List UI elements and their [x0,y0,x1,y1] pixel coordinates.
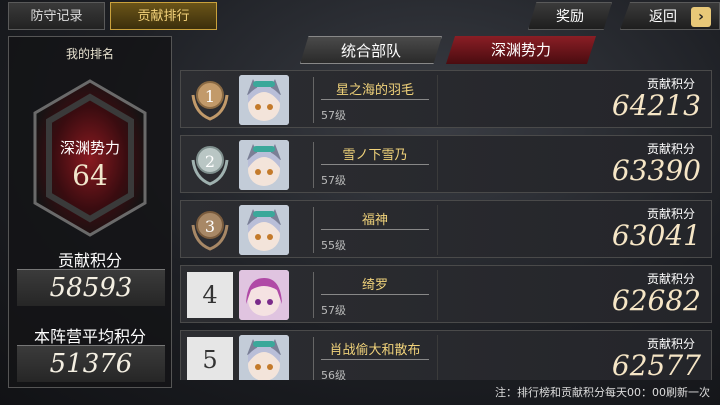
score-value: 62682 [611,284,701,317]
player-level: 56级 [321,369,346,380]
top-bar: 防守记录 贡献排行 奖励 返回 › [0,0,720,32]
divider [313,77,314,123]
my-score-value: 58593 [17,269,165,306]
medal-rank: 2 [205,152,215,171]
player-name: 雪ノ下雪乃 [342,148,408,163]
divider [321,294,429,295]
character-avatar-icon [239,140,289,190]
tab-abyss-force[interactable]: 深渊势力 [446,36,596,64]
divider [313,272,314,318]
avatar [239,270,289,320]
reward-button[interactable]: 奖励 [528,2,612,30]
my-rank-number: 64 [72,159,108,192]
tab-contribution-ranking[interactable]: 贡献排行 [110,2,217,30]
my-rank-title: 我的排名 [65,47,114,61]
avatar [239,205,289,255]
hexagon-emblem-icon [33,79,147,237]
character-avatar-icon [239,75,289,125]
faction-average-label: 本阵营平均积分 [33,327,146,346]
divider [313,142,314,188]
ranking-row[interactable]: 1 星之海的羽毛 57级 贡献积分 64213 [180,70,712,128]
avatar [239,140,289,190]
character-avatar-icon [239,335,289,380]
character-avatar-icon [239,270,289,320]
tab-defense-record[interactable]: 防守记录 [8,2,105,30]
rank-number: 5 [187,337,233,380]
ranking-list[interactable]: 1 星之海的羽毛 57级 贡献积分 64213 2 雪ノ下雪乃 57级 贡献积分… [178,70,720,380]
divider [321,359,429,360]
divider [437,205,438,255]
score-value: 63390 [611,154,701,187]
avatar [239,335,289,380]
divider [437,75,438,125]
faction-average-value: 51376 [17,345,165,382]
divider [321,164,429,165]
tab-unified-force[interactable]: 统合部队 [300,36,442,64]
ranking-row[interactable]: 2 雪ノ下雪乃 57级 贡献积分 63390 [180,135,712,193]
back-button[interactable]: 返回 › [620,2,720,30]
silver-medal-icon: 2 [191,146,229,186]
player-name: 福神 [361,213,388,228]
divider [321,229,429,230]
avatar [239,75,289,125]
divider [313,207,314,253]
divider [313,337,314,380]
bronze-medal-icon: 1 [191,81,229,121]
player-level: 57级 [321,304,346,317]
score-value: 62577 [611,349,701,380]
player-level: 55级 [321,239,346,252]
my-score-label: 贡献积分 [57,251,122,270]
ranking-row[interactable]: 4 绮罗 57级 贡献积分 62682 [180,265,712,323]
ranking-row[interactable]: 3 福神 55级 贡献积分 63041 [180,200,712,258]
refresh-note: 注：排行榜和贡献积分每天00：00刷新一次 [495,386,710,399]
divider [321,99,429,100]
faction-emblem: 深渊势力 64 [29,67,151,249]
my-faction-label: 深渊势力 [59,139,120,157]
my-rank-panel: 我的排名 深渊势力 64 贡献积分 58593 本阵营平均积分 51376 [8,36,172,388]
player-name: 肖战偷大和散布 [329,343,421,358]
divider [437,335,438,380]
medal-rank: 3 [205,217,215,236]
player-name: 星之海的羽毛 [335,83,414,98]
ranking-row[interactable]: 5 肖战偷大和散布 56级 贡献积分 62577 [180,330,712,380]
divider [437,270,438,320]
character-avatar-icon [239,205,289,255]
bronze-medal-icon: 3 [191,211,229,251]
arrow-right-icon: › [691,7,711,27]
score-value: 63041 [611,219,701,252]
divider [437,140,438,190]
player-name: 绮罗 [361,278,388,293]
player-level: 57级 [321,109,346,122]
player-level: 57级 [321,174,346,187]
medal-rank: 1 [205,87,215,106]
back-label: 返回 [649,9,677,25]
rank-number: 4 [187,272,233,318]
score-value: 64213 [611,89,701,122]
